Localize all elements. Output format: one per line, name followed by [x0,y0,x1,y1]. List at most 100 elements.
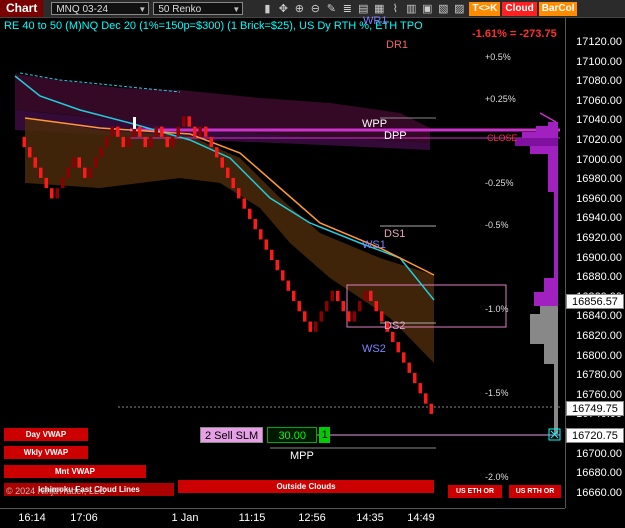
price-axis-label: 17020.00 [576,134,622,146]
renko-brick [341,301,345,312]
renko-brick [237,188,241,199]
chart-title: RE 40 to 50 (M)NQ Dec 20 (1%=150p=$300) … [4,20,423,32]
renko-brick [380,311,384,322]
order-qty-field[interactable]: 1 [319,427,331,443]
properties-icon[interactable]: ▤ [355,2,371,16]
renko-brick [253,218,257,230]
renko-brick [336,290,340,302]
time-axis-label: 14:35 [356,512,384,524]
time-axis-label: 1 Jan [171,512,199,524]
order-panel[interactable]: 2 Sell SLM 30.00 1 [200,427,331,443]
renko-brick [193,126,197,137]
price-axis-label: 16900.00 [576,251,622,264]
tpo-profile [515,122,558,434]
tk-toggle-button[interactable]: T<>K [469,1,501,16]
renko-brick [187,116,191,127]
renko-brick [138,126,142,137]
level-label-dpp: DPP [384,130,407,142]
time-axis[interactable]: 16:14 17:06 1 Jan 11:15 12:56 14:35 14:49 [0,508,565,528]
us-rth-or-button[interactable]: US RTH OR [509,485,561,498]
renko-brick [303,311,307,322]
grid-icon[interactable]: ▥ [403,2,419,16]
indicator-icon[interactable]: ⌇ [387,2,403,16]
renko-brick [391,331,395,343]
order-side-button[interactable]: 2 Sell SLM [200,427,264,443]
pencil-icon[interactable]: ✎ [323,2,339,16]
instrument-value: MNQ 03-24 [56,4,109,15]
price-tag-current: 16749.75 [566,401,624,416]
renko-brick [413,372,417,384]
price-axis-label: 16660.00 [576,486,622,499]
renko-brick [325,301,329,312]
renko-brick [28,147,32,158]
bar-type-select[interactable]: 50 Renko ▼ [153,2,244,15]
renko-brick [121,136,125,148]
renko-brick [22,136,26,148]
renko-brick [270,249,274,260]
renko-brick [319,311,323,322]
link-icon[interactable]: ▨ [451,2,467,16]
pct-label-plus-05: +0.5% [485,52,511,62]
zoom-in-icon[interactable]: ⊕ [291,2,307,16]
order-price-field[interactable]: 30.00 [267,427,318,443]
us-eth-or-button[interactable]: US ETH OR [448,485,502,498]
price-axis-label: 16840.00 [576,310,622,323]
renko-brick [347,311,351,322]
time-axis-label: 12:56 [298,512,326,524]
renko-brick [160,126,164,137]
renko-brick [176,126,180,137]
level-label-ds1: DS1 [384,228,406,240]
cloud-toggle-button[interactable]: Cloud [502,1,537,16]
pct-label-minus-20: -2.0% [485,472,509,482]
renko-brick [363,290,367,302]
strategy-icon[interactable]: ▦ [371,2,387,16]
level-label-dr1: DR1 [386,39,409,51]
level-label-wpp: WPP [362,118,388,130]
renko-brick [127,136,131,148]
price-axis-label: 16940.00 [576,212,622,225]
mnt-vwap-button[interactable]: Mnt VWAP [4,465,146,478]
outside-clouds-button[interactable]: Outside Clouds [178,480,434,493]
pct-label-minus-025: -0.25% [485,178,514,188]
pct-change: -1.61% = -273.75 [472,28,557,40]
pct-label-minus-10: -1.0% [485,304,509,314]
renko-brick [105,136,109,148]
chart-trader-icon[interactable]: ≣ [339,2,355,16]
chart-area[interactable]: RE 40 to 50 (M)NQ Dec 20 (1%=150p=$300) … [0,15,565,508]
copyright-watermark: © 2024 NinjaTrader, LLC [6,486,106,496]
renko-brick [61,177,65,189]
pct-label-minus-15: -1.5% [485,388,509,398]
barcol-toggle-button[interactable]: BarCol [538,1,578,16]
price-axis-label: 16880.00 [576,271,622,284]
data-box-icon[interactable]: ▣ [419,2,435,16]
crosshair-icon[interactable]: ✥ [275,2,291,16]
chart-window-title: Chart [0,0,44,17]
instrument-select[interactable]: MNQ 03-24 ▼ [51,2,150,15]
renko-brick [171,136,175,148]
renko-brick [330,290,334,302]
renko-brick [88,167,92,178]
renko-brick [242,198,246,209]
time-axis-label: 14:49 [407,512,435,524]
price-axis-label: 16980.00 [576,173,622,186]
renko-brick [94,157,98,168]
zoom-out-icon[interactable]: ⊖ [307,2,323,16]
bar-chart-icon[interactable]: ▮ [259,2,275,16]
wkly-vwap-button[interactable]: Wkly VWAP [4,446,88,459]
renko-brick [215,147,219,158]
chevron-down-icon: ▼ [138,5,147,14]
renko-brick [83,167,87,178]
renko-brick [39,167,43,178]
price-tag-order: 16720.75 [566,428,624,443]
price-axis-label: 17120.00 [576,36,622,48]
renko-brick [149,136,153,148]
renko-brick [308,321,312,332]
renko-brick [165,136,169,148]
template-icon[interactable]: ▧ [435,2,451,16]
renko-brick [352,311,356,322]
price-axis-label: 16800.00 [576,349,622,362]
price-axis-label: 17100.00 [576,55,622,68]
renko-brick [275,260,279,271]
day-vwap-button[interactable]: Day VWAP [4,428,88,441]
price-axis-label: 16960.00 [576,192,622,205]
